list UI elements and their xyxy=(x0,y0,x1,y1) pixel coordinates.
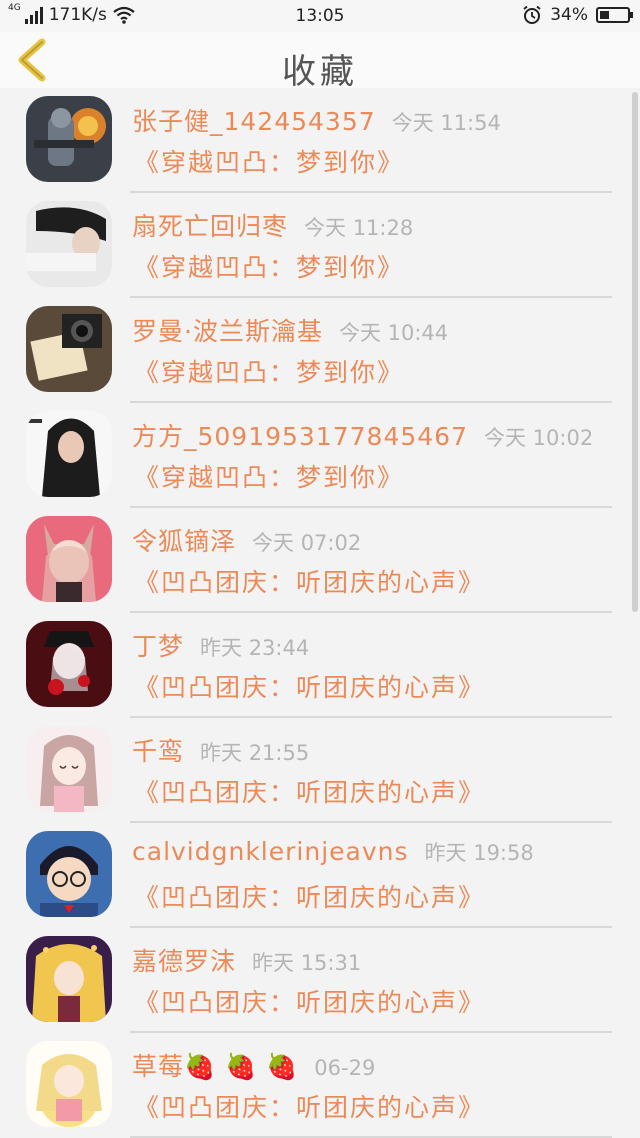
item-header: 方方_5091953177845467 今天 10:02 xyxy=(132,417,593,453)
avatar[interactable] xyxy=(26,621,112,707)
item-header: 令狐镝泽 今天 07:02 xyxy=(132,522,361,558)
list-item[interactable]: 草莓🍓 🍓 🍓 06-29 《凹凸团庆：听团庆的心声》 xyxy=(0,1033,632,1138)
favorite-title[interactable]: 《穿越凹凸：梦到你》 xyxy=(134,143,404,179)
favorite-title[interactable]: 《凹凸团庆：听团庆的心声》 xyxy=(134,773,485,809)
list-item[interactable]: calvidgnklerinjeavns 昨天 19:58 《凹凸团庆：听团庆的心… xyxy=(0,823,632,928)
battery-percent: 34% xyxy=(550,5,588,25)
status-right: 34% xyxy=(522,5,633,25)
list-item[interactable]: 令狐镝泽 今天 07:02 《凹凸团庆：听团庆的心声》 xyxy=(0,508,632,613)
user-name[interactable]: calvidgnklerinjeavns xyxy=(132,837,409,866)
timestamp: 昨天 23:44 xyxy=(200,636,310,660)
timestamp: 昨天 19:58 xyxy=(424,841,534,865)
avatar[interactable] xyxy=(26,306,112,392)
status-bar: 4G 171K/s 13:05 34% xyxy=(0,0,640,32)
scrollbar[interactable] xyxy=(632,92,638,612)
item-header: 扇死亡回归枣 今天 11:28 xyxy=(132,207,413,243)
list-item[interactable]: 方方_5091953177845467 今天 10:02 《穿越凹凸：梦到你》 xyxy=(0,403,632,508)
list-item[interactable]: 嘉德罗沫 昨天 15:31 《凹凸团庆：听团庆的心声》 xyxy=(0,928,632,1033)
timestamp: 今天 10:44 xyxy=(338,321,449,345)
favorite-title[interactable]: 《凹凸团庆：听团庆的心声》 xyxy=(134,563,485,599)
favorite-title[interactable]: 《凹凸团庆：听团庆的心声》 xyxy=(134,878,485,914)
item-header: 丁梦 昨天 23:44 xyxy=(132,627,309,663)
item-header: 草莓🍓 🍓 🍓 06-29 xyxy=(132,1047,375,1083)
user-name[interactable]: 张子健_142454357 xyxy=(132,107,376,136)
avatar[interactable] xyxy=(26,726,112,812)
user-name[interactable]: 丁梦 xyxy=(132,632,184,661)
avatar[interactable] xyxy=(26,96,112,182)
timestamp: 今天 11:28 xyxy=(304,216,414,240)
favorite-title[interactable]: 《凹凸团庆：听团庆的心声》 xyxy=(134,983,485,1019)
page-header: 收藏 xyxy=(0,32,640,92)
timestamp: 今天 07:02 xyxy=(252,531,362,555)
timestamp: 昨天 15:31 xyxy=(252,951,362,975)
list-item[interactable]: 张子健_142454357 今天 11:54 《穿越凹凸：梦到你》 xyxy=(0,88,632,193)
user-name[interactable]: 令狐镝泽 xyxy=(132,527,236,556)
item-header: 千鸾 昨天 21:55 xyxy=(132,732,309,768)
user-name[interactable]: 扇死亡回归枣 xyxy=(132,212,288,241)
battery-icon xyxy=(596,7,633,23)
timestamp: 今天 11:54 xyxy=(391,111,501,135)
avatar[interactable] xyxy=(26,831,112,917)
item-header: 罗曼·波兰斯瀹基 今天 10:44 xyxy=(132,312,448,348)
timestamp: 今天 10:02 xyxy=(484,426,594,450)
list-item[interactable]: 千鸾 昨天 21:55 《凹凸团庆：听团庆的心声》 xyxy=(0,718,632,823)
user-name[interactable]: 草莓🍓 🍓 🍓 xyxy=(132,1052,298,1081)
timestamp: 昨天 21:55 xyxy=(200,741,310,765)
favorite-title[interactable]: 《穿越凹凸：梦到你》 xyxy=(134,458,404,494)
favorite-title[interactable]: 《穿越凹凸：梦到你》 xyxy=(134,353,404,389)
user-name[interactable]: 罗曼·波兰斯瀹基 xyxy=(132,317,323,346)
item-header: calvidgnklerinjeavns 昨天 19:58 xyxy=(132,837,534,867)
avatar[interactable] xyxy=(26,936,112,1022)
item-header: 嘉德罗沫 昨天 15:31 xyxy=(132,942,361,978)
avatar[interactable] xyxy=(26,411,112,497)
battery-level xyxy=(600,11,609,19)
favorites-list: 张子健_142454357 今天 11:54 《穿越凹凸：梦到你》 扇死亡回归枣今… xyxy=(0,88,640,1138)
item-header: 张子健_142454357 今天 11:54 xyxy=(132,102,501,138)
user-name[interactable]: 嘉德罗沫 xyxy=(132,947,236,976)
avatar[interactable] xyxy=(26,1041,112,1127)
timestamp: 06-29 xyxy=(314,1056,376,1080)
user-name[interactable]: 方方_5091953177845467 xyxy=(132,422,468,451)
favorite-title[interactable]: 《凹凸团庆：听团庆的心声》 xyxy=(134,668,485,704)
list-item[interactable]: 扇死亡回归枣 今天 11:28 《穿越凹凸：梦到你》 xyxy=(0,193,632,298)
list-item[interactable]: 罗曼·波兰斯瀹基 今天 10:44 《穿越凹凸：梦到你》 xyxy=(0,298,632,403)
avatar[interactable] xyxy=(26,201,112,287)
favorite-title[interactable]: 《穿越凹凸：梦到你》 xyxy=(134,248,404,284)
page-title: 收藏 xyxy=(282,52,358,92)
list-item[interactable]: 丁梦 昨天 23:44 《凹凸团庆：听团庆的心声》 xyxy=(0,613,632,718)
alarm-icon xyxy=(523,5,541,24)
favorite-title[interactable]: 《凹凸团庆：听团庆的心声》 xyxy=(134,1088,485,1124)
avatar[interactable] xyxy=(26,516,112,602)
user-name[interactable]: 千鸾 xyxy=(132,737,184,766)
